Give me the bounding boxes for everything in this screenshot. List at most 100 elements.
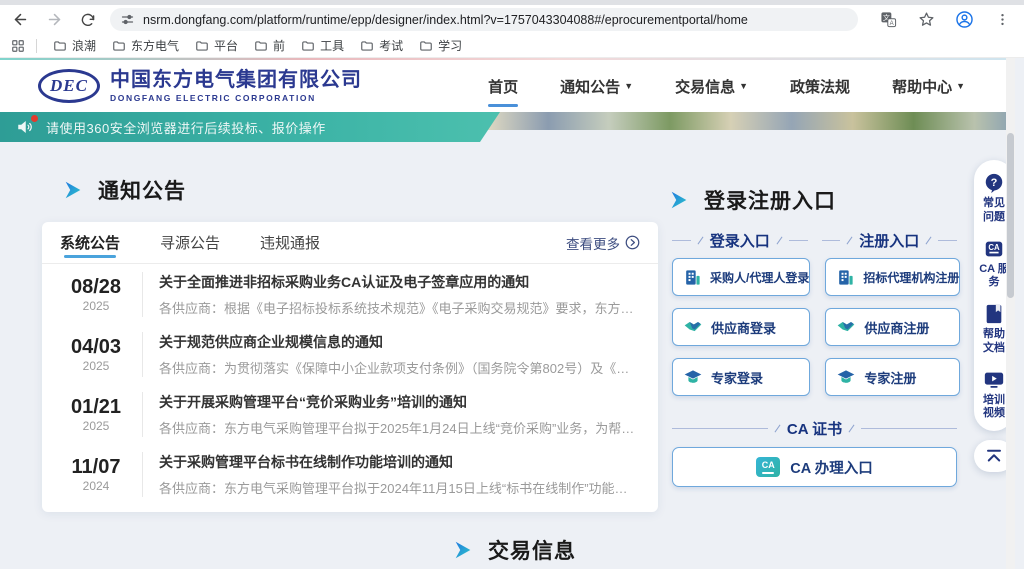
divider <box>36 39 37 53</box>
notices-section-title: 通知公告 <box>62 175 186 205</box>
notice-row[interactable]: 08/28 2025 关于全面推进非招标采购业务CA认证及电子签章应用的通知 各… <box>42 264 658 324</box>
button-label: 招标代理机构注册 <box>863 269 959 286</box>
notice-title[interactable]: 关于采购管理平台标书在线制作功能培训的通知 <box>159 452 640 472</box>
bookmark-folder-dongfang[interactable]: 东方电气 <box>104 35 187 56</box>
notice-date-day: 04/03 <box>60 336 132 359</box>
folder-icon <box>53 39 67 53</box>
purchaser-login-button[interactable]: 采购人/代理人登录 <box>672 258 810 296</box>
section-title-text: 交易信息 <box>488 535 576 565</box>
nav-trade-info[interactable]: 交易信息 ▼ <box>673 70 750 103</box>
bookmark-folder-xuexi[interactable]: 学习 <box>411 35 470 56</box>
url-bar[interactable]: nsrm.dongfang.com/platform/runtime/epp/d… <box>110 8 858 31</box>
tab-violation-reports[interactable]: 违规通报 <box>260 222 320 263</box>
folder-icon <box>195 39 209 53</box>
supplier-login-button[interactable]: 供应商登录 <box>672 308 810 346</box>
apps-grid-icon[interactable] <box>4 34 32 58</box>
button-label: 供应商注册 <box>864 318 929 337</box>
trade-section-title: 交易信息 <box>452 535 576 565</box>
bookmark-folder-qian[interactable]: 前 <box>246 35 293 56</box>
faq-rail-item[interactable]: ? 常见问题 <box>979 172 1009 225</box>
agency-register-button[interactable]: 招标代理机构注册 <box>825 258 960 296</box>
company-name-cn: 中国东方电气集团有限公司 <box>110 69 362 91</box>
nav-notices[interactable]: 通知公告 ▼ <box>558 70 635 103</box>
notices-tabs: 系统公告 寻源公告 违规通报 查看更多 <box>42 222 658 264</box>
dec-logo-text: DEC <box>50 76 88 96</box>
site-settings-icon[interactable] <box>120 12 135 27</box>
url-text[interactable]: nsrm.dongfang.com/platform/runtime/epp/d… <box>143 13 748 27</box>
company-logo[interactable]: DEC 中国东方电气集团有限公司 DONGFANG ELECTRIC CORPO… <box>38 69 362 103</box>
button-label: CA 办理入口 <box>790 457 872 478</box>
nav-label: 首页 <box>488 76 518 97</box>
section-arrow-icon <box>62 179 84 201</box>
profile-icon[interactable] <box>950 8 978 32</box>
section-arrow-icon <box>452 539 474 561</box>
notice-date-year: 2024 <box>60 479 132 493</box>
nav-help-center[interactable]: 帮助中心 ▼ <box>890 70 967 103</box>
notice-summary: 各供应商：东方电气采购管理平台拟于2024年11月15日上线“标书在线制作”功能… <box>159 478 640 497</box>
login-entry-header: 登录入口 <box>672 230 808 251</box>
rail-item-label: 帮助文档 <box>979 328 1009 356</box>
nav-policies[interactable]: 政策法规 <box>788 70 852 103</box>
forward-icon[interactable] <box>40 8 68 32</box>
notice-row[interactable]: 04/03 2025 关于规范供应商企业规模信息的通知 各供应商：为贯彻落实《保… <box>42 324 658 384</box>
bookmark-label: 学习 <box>438 37 462 54</box>
expert-login-button[interactable]: 专家登录 <box>672 358 810 396</box>
bookmark-label: 考试 <box>379 37 403 54</box>
bookmark-label: 工具 <box>320 37 344 54</box>
page-scrollbar[interactable] <box>1006 58 1015 569</box>
button-label: 采购人/代理人登录 <box>710 269 809 286</box>
rail-item-label: 常见问题 <box>979 197 1009 225</box>
help-doc-icon <box>983 303 1005 325</box>
ca-card-icon: CA <box>983 238 1005 260</box>
ticker-text: 请使用360安全浏览器进行后续投标、报价操作 <box>46 118 326 137</box>
translate-icon[interactable]: 文A <box>874 8 902 32</box>
notice-date-year: 2025 <box>60 359 132 373</box>
training-video-rail-item[interactable]: 培训视频 <box>979 369 1009 422</box>
notice-row[interactable]: 11/07 2024 关于采购管理平台标书在线制作功能培训的通知 各供应商：东方… <box>42 444 658 504</box>
section-title-text: 通知公告 <box>98 175 186 205</box>
notice-row[interactable]: 01/21 2025 关于开展采购管理平台“竞价采购业务”培训的通知 各供应商：… <box>42 384 658 444</box>
help-doc-rail-item[interactable]: 帮助文档 <box>979 303 1009 356</box>
svg-text:?: ? <box>991 177 998 189</box>
bookmark-folder-langchao[interactable]: 浪潮 <box>45 35 104 56</box>
chevron-down-icon: ▼ <box>739 81 748 91</box>
announcement-ribbon: 请使用360安全浏览器进行后续投标、报价操作 <box>0 112 500 142</box>
video-icon <box>983 369 1005 391</box>
page-viewport: DEC 中国东方电气集团有限公司 DONGFANG ELECTRIC CORPO… <box>0 58 1015 569</box>
main-nav: 首页 通知公告 ▼ 交易信息 ▼ 政策法规 帮助中心 ▼ <box>486 70 967 103</box>
notice-title[interactable]: 关于全面推进非招标采购业务CA认证及电子签章应用的通知 <box>159 272 640 292</box>
bookmark-folder-gongju[interactable]: 工具 <box>293 35 352 56</box>
chevron-down-icon: ▼ <box>956 81 965 91</box>
login-sub-headers: 登录入口 注册入口 <box>672 230 957 251</box>
bookmark-label: 浪潮 <box>72 37 96 54</box>
nav-home[interactable]: 首页 <box>486 70 520 103</box>
browser-menu-icon[interactable] <box>988 8 1016 32</box>
svg-text:CA: CA <box>988 242 1000 251</box>
notice-title[interactable]: 关于规范供应商企业规模信息的通知 <box>159 332 640 352</box>
supplier-register-button[interactable]: 供应商注册 <box>825 308 960 346</box>
ca-apply-button[interactable]: CA CA 办理入口 <box>672 447 957 487</box>
scrollbar-thumb[interactable] <box>1007 133 1014 298</box>
nav-label: 交易信息 <box>675 76 735 97</box>
tab-system-notices[interactable]: 系统公告 <box>60 222 120 263</box>
back-icon[interactable] <box>6 8 34 32</box>
bookmark-star-icon[interactable] <box>912 8 940 32</box>
section-arrow-icon <box>668 189 690 211</box>
login-entry-label: 登录入口 <box>710 230 770 251</box>
notice-title[interactable]: 关于开展采购管理平台“竞价采购业务”培训的通知 <box>159 392 640 412</box>
ca-service-rail-item[interactable]: CA CA 服务 <box>979 238 1009 291</box>
building-icon <box>683 268 702 287</box>
bookmarks-bar: 浪潮 东方电气 平台 前 工具 考试 学习 <box>0 34 1024 58</box>
reload-icon[interactable] <box>74 8 102 32</box>
svg-text:A: A <box>889 21 893 27</box>
expert-register-button[interactable]: 专家注册 <box>825 358 960 396</box>
graduation-cap-icon <box>683 367 703 387</box>
dec-logo-oval: DEC <box>38 69 100 103</box>
tab-sourcing-notices[interactable]: 寻源公告 <box>160 222 220 263</box>
handshake-icon <box>836 317 856 337</box>
question-icon: ? <box>983 172 1005 194</box>
bookmark-folder-kaoshi[interactable]: 考试 <box>352 35 411 56</box>
chevron-down-icon: ▼ <box>624 81 633 91</box>
view-more-link[interactable]: 查看更多 <box>566 233 640 253</box>
bookmark-folder-pingtai[interactable]: 平台 <box>187 35 246 56</box>
